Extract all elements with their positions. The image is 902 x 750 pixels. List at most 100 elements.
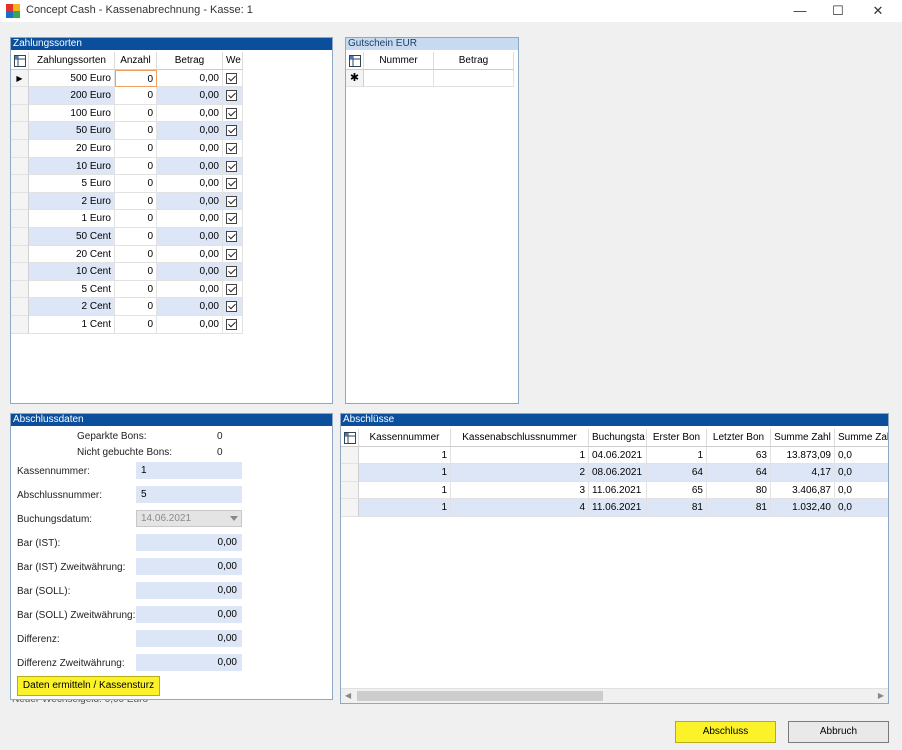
table-row[interactable]: 200 Euro 0 0,00 <box>11 87 243 105</box>
maximize-icon[interactable]: ☐ <box>820 0 856 22</box>
bar-ist-zweitwaehrung-field[interactable]: 0,00 <box>136 558 242 575</box>
row-selector[interactable] <box>11 104 29 123</box>
abschlussnummer-field[interactable]: 5 <box>136 486 242 503</box>
anzahl-input[interactable]: 0 <box>115 245 157 264</box>
table-row[interactable]: 1 3 11.06.2021 65 80 3.406,87 0,0 <box>341 481 888 500</box>
col-header-kassenabschlussnummer[interactable]: Kassenabschlussnummer <box>451 429 589 447</box>
table-row[interactable]: 1 Cent 0 0,00 <box>11 316 243 334</box>
horizontal-scrollbar[interactable]: ◀ ▶ <box>341 688 888 703</box>
anzahl-input[interactable]: 0 <box>115 69 157 88</box>
table-row[interactable]: 50 Cent 0 0,00 <box>11 228 243 246</box>
table-row[interactable]: 20 Euro 0 0,00 <box>11 140 243 158</box>
we-checkbox[interactable] <box>226 213 237 225</box>
table-row[interactable]: 1 2 08.06.2021 64 64 4,17 0,0 <box>341 464 888 482</box>
table-row[interactable]: 2 Euro 0 0,00 <box>11 192 243 211</box>
we-checkbox[interactable] <box>226 231 237 242</box>
table-row[interactable]: 50 Euro 0 0,00 <box>11 122 243 140</box>
anzahl-input[interactable]: 0 <box>115 263 157 281</box>
we-checkbox[interactable] <box>226 125 237 137</box>
scroll-left-icon[interactable]: ◀ <box>345 691 351 700</box>
anzahl-input[interactable]: 0 <box>115 122 157 140</box>
bar-soll-zweitwaehrung-field[interactable]: 0,00 <box>136 606 242 623</box>
anzahl-input[interactable]: 0 <box>115 87 157 105</box>
col-header-erster-bon[interactable]: Erster Bon <box>647 429 707 447</box>
anzahl-input[interactable]: 0 <box>115 192 157 211</box>
grid-settings-icon[interactable] <box>11 52 29 70</box>
kassennummer-field[interactable]: 1 <box>136 462 242 479</box>
col-header-zahlungssorten[interactable]: Zahlungssorten <box>29 52 115 70</box>
row-selector[interactable]: ▶ <box>11 69 29 88</box>
col-header-we[interactable]: We <box>223 52 243 70</box>
we-checkbox[interactable] <box>226 266 237 278</box>
anzahl-input[interactable]: 0 <box>115 298 157 316</box>
col-header-kassennummer[interactable]: Kassennummer <box>359 429 451 447</box>
row-selector[interactable] <box>11 210 29 228</box>
gutschein-betrag-cell[interactable] <box>434 69 514 88</box>
anzahl-input[interactable]: 0 <box>115 157 157 176</box>
table-row[interactable]: 2 Cent 0 0,00 <box>11 298 243 316</box>
row-selector[interactable] <box>341 499 359 517</box>
table-row[interactable]: 100 Euro 0 0,00 <box>11 104 243 123</box>
row-selector[interactable] <box>11 298 29 316</box>
table-row[interactable]: 1 4 11.06.2021 81 81 1.032,40 0,0 <box>341 499 888 517</box>
we-checkbox[interactable] <box>226 72 237 84</box>
we-checkbox[interactable] <box>226 283 237 295</box>
anzahl-input[interactable]: 0 <box>115 316 157 334</box>
we-checkbox[interactable] <box>226 319 237 330</box>
anzahl-input[interactable]: 0 <box>115 210 157 228</box>
daten-ermitteln-button[interactable]: Daten ermitteln / Kassensturz <box>17 676 160 696</box>
bar-soll-field[interactable]: 0,00 <box>136 582 242 599</box>
anzahl-input[interactable]: 0 <box>115 228 157 246</box>
close-icon[interactable]: ✕ <box>860 0 896 22</box>
table-row[interactable]: 1 Euro 0 0,00 <box>11 210 243 228</box>
we-checkbox[interactable] <box>226 107 237 119</box>
row-selector[interactable] <box>11 157 29 176</box>
col-header-buchungstag[interactable]: Buchungsta <box>589 429 647 447</box>
differenz-zweitwaehrung-field[interactable]: 0,00 <box>136 654 242 671</box>
row-selector[interactable] <box>11 316 29 334</box>
table-row[interactable]: 5 Cent 0 0,00 <box>11 280 243 299</box>
row-selector[interactable] <box>11 192 29 211</box>
gutschein-new-row[interactable]: ✱ <box>346 69 514 88</box>
row-selector[interactable] <box>11 175 29 193</box>
col-header-betrag[interactable]: Betrag <box>434 52 514 70</box>
col-header-nummer[interactable]: Nummer <box>364 52 434 70</box>
row-selector[interactable] <box>11 87 29 105</box>
row-selector[interactable] <box>341 446 359 465</box>
table-row[interactable]: ▶ 500 Euro 0 0,00 <box>11 69 243 88</box>
we-checkbox[interactable] <box>226 160 237 172</box>
minimize-icon[interactable]: — <box>782 0 818 22</box>
table-row[interactable]: 10 Euro 0 0,00 <box>11 157 243 176</box>
row-selector[interactable] <box>11 228 29 246</box>
we-checkbox[interactable] <box>226 195 237 207</box>
scroll-right-icon[interactable]: ▶ <box>878 691 884 700</box>
table-row[interactable]: 20 Cent 0 0,00 <box>11 245 243 264</box>
row-selector[interactable] <box>11 140 29 158</box>
we-checkbox[interactable] <box>226 178 237 190</box>
gutschein-nummer-cell[interactable] <box>364 69 434 88</box>
bar-ist-field[interactable]: 0,00 <box>136 534 242 551</box>
abschluss-button[interactable]: Abschluss <box>675 721 776 743</box>
we-checkbox[interactable] <box>226 248 237 260</box>
we-checkbox[interactable] <box>226 301 237 313</box>
table-row[interactable]: 5 Euro 0 0,00 <box>11 175 243 193</box>
col-header-letzter-bon[interactable]: Letzter Bon <box>707 429 771 447</box>
buchungsdatum-picker[interactable]: 14.06.2021 <box>136 510 242 527</box>
we-checkbox[interactable] <box>226 90 237 102</box>
col-header-summe-zahl[interactable]: Summe Zahl <box>771 429 835 447</box>
col-header-betrag[interactable]: Betrag <box>157 52 223 70</box>
anzahl-input[interactable]: 0 <box>115 280 157 299</box>
col-header-summe-zahl-2[interactable]: Summe Zah <box>835 429 888 447</box>
table-row[interactable]: 10 Cent 0 0,00 <box>11 263 243 281</box>
grid-settings-icon[interactable] <box>341 429 359 447</box>
anzahl-input[interactable]: 0 <box>115 175 157 193</box>
row-selector[interactable] <box>11 122 29 140</box>
row-selector[interactable] <box>341 464 359 482</box>
col-header-anzahl[interactable]: Anzahl <box>115 52 157 70</box>
anzahl-input[interactable]: 0 <box>115 140 157 158</box>
row-selector[interactable] <box>11 245 29 264</box>
anzahl-input[interactable]: 0 <box>115 104 157 123</box>
row-selector[interactable] <box>11 280 29 299</box>
we-checkbox[interactable] <box>226 143 237 154</box>
row-selector[interactable] <box>11 263 29 281</box>
